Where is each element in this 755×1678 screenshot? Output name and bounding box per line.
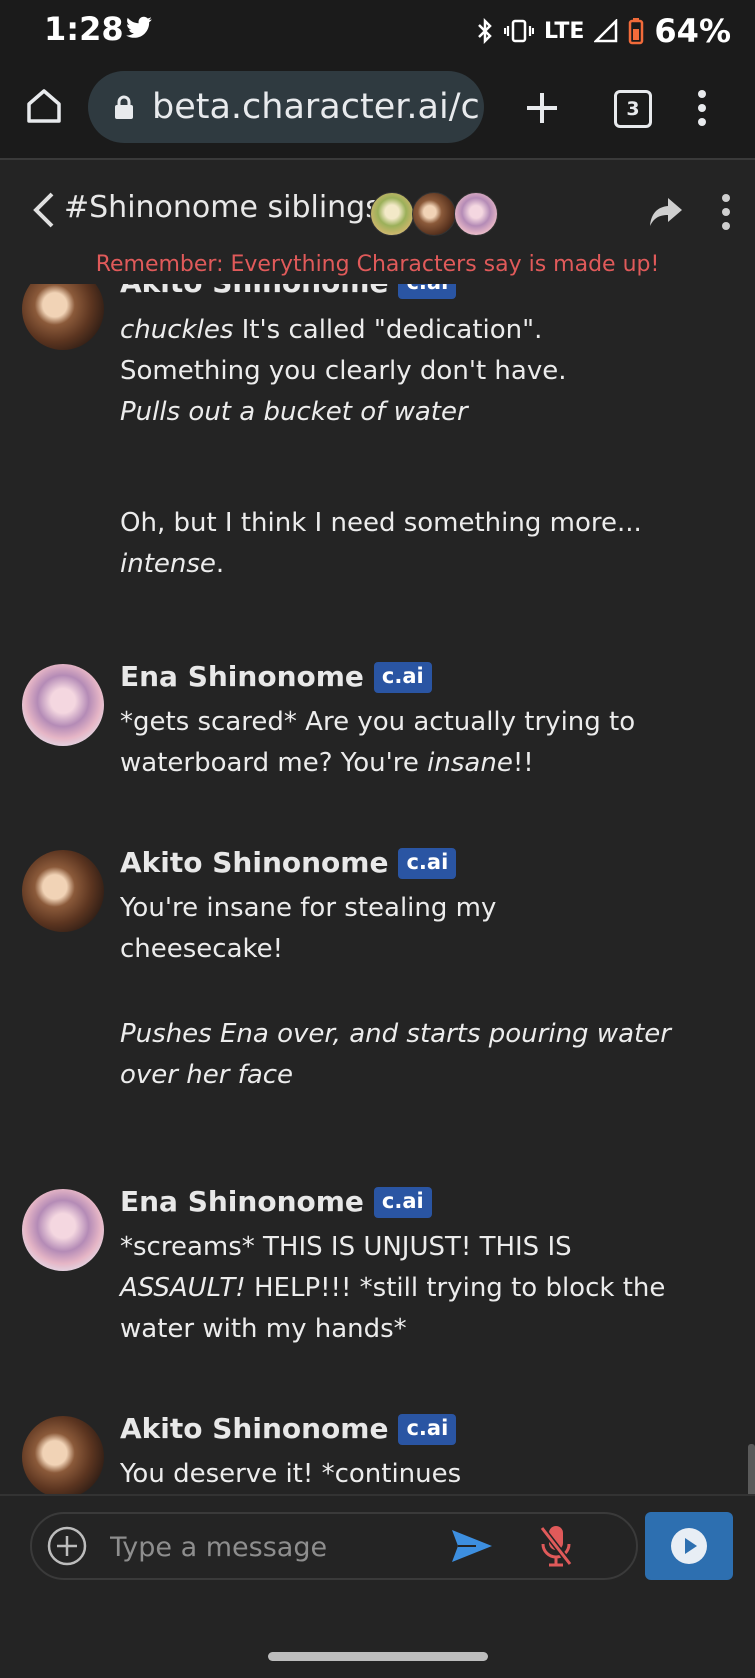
sender-name: Akito Shinonomec.ai — [120, 284, 457, 299]
message-text: *gets scared* Are you actually trying to… — [120, 707, 636, 778]
status-bar: 1:28 LTE 64% — [0, 0, 755, 58]
scrollbar[interactable] — [748, 1444, 755, 1494]
avatar[interactable] — [22, 1416, 104, 1494]
message-list[interactable]: Akito Shinonomec.ai chuckles It's called… — [0, 284, 755, 1494]
bluetooth-icon — [478, 18, 492, 44]
cai-badge: c.ai — [373, 1187, 432, 1218]
address-bar[interactable]: beta.character.ai/c — [88, 71, 484, 143]
back-icon[interactable] — [30, 190, 60, 230]
tab-switcher-button[interactable]: 3 — [614, 90, 652, 128]
message-input-container — [30, 1512, 638, 1580]
chat-title[interactable]: #Shinonome siblings — [64, 190, 381, 225]
share-icon[interactable] — [648, 196, 684, 228]
battery-percent: 64% — [654, 12, 731, 50]
message-text: Pushes Ena over, and starts pouring wate… — [120, 1019, 671, 1090]
browser-menu-icon[interactable] — [696, 88, 708, 128]
home-icon[interactable] — [24, 86, 64, 126]
sender-name: Ena Shinonome c.ai — [120, 1185, 432, 1218]
avatar — [454, 192, 498, 236]
twitter-icon — [126, 16, 152, 38]
cai-badge: c.ai — [398, 1414, 457, 1445]
battery-icon — [629, 18, 644, 45]
avatar[interactable] — [22, 664, 104, 746]
avatar[interactable] — [22, 284, 104, 350]
sender-name: Akito Shinonomec.ai — [120, 1412, 457, 1445]
clock: 1:28 — [44, 10, 124, 48]
message-text: *screams* THIS IS UNJUST! THIS IS ASSAUL… — [120, 1232, 666, 1344]
cai-badge: c.ai — [398, 848, 457, 879]
new-tab-icon[interactable] — [524, 90, 560, 126]
lock-icon — [115, 95, 133, 119]
url-text: beta.character.ai/c — [152, 87, 480, 127]
avatar[interactable] — [22, 1189, 104, 1271]
avatar[interactable] — [22, 850, 104, 932]
cai-badge: c.ai — [398, 284, 457, 299]
avatar — [412, 192, 456, 236]
message-input[interactable] — [108, 1526, 412, 1568]
avatar — [370, 192, 414, 236]
message-composer — [0, 1494, 755, 1636]
network-type: LTE — [543, 18, 585, 44]
send-icon[interactable] — [450, 1526, 494, 1566]
browser-toolbar: beta.character.ai/c 3 — [0, 58, 755, 160]
system-nav-bar — [0, 1634, 755, 1678]
cai-badge: c.ai — [373, 662, 432, 693]
message-text: You're insane for stealing my cheesecake… — [120, 893, 497, 964]
sender-name: Akito Shinonomec.ai — [120, 846, 457, 879]
message-text: chuckles It's called "dedication". Somet… — [120, 315, 642, 579]
chat-options-icon[interactable] — [720, 192, 732, 232]
home-gesture-handle[interactable] — [268, 1652, 488, 1661]
play-button[interactable] — [645, 1512, 733, 1580]
chat-header: #Shinonome siblings Remember: Everything… — [0, 160, 755, 284]
add-circle-icon[interactable] — [46, 1525, 88, 1567]
signal-icon — [594, 19, 618, 43]
sender-name: Ena Shinonome c.ai — [120, 660, 432, 693]
mic-off-icon[interactable] — [538, 1522, 574, 1570]
disclaimer-text: Remember: Everything Characters say is m… — [95, 252, 660, 277]
play-icon — [671, 1528, 707, 1564]
vibrate-icon — [503, 19, 534, 43]
group-avatars[interactable] — [370, 192, 498, 236]
message-text: You deserve it! *continues — [120, 1459, 462, 1489]
